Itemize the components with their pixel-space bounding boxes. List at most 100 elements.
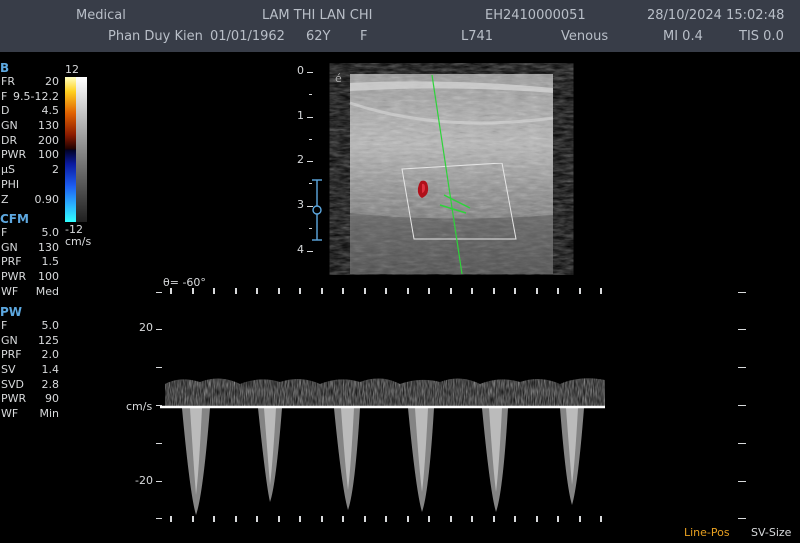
patient-sex: F (360, 29, 368, 44)
time-mark (600, 516, 602, 522)
b-param-row: Z 0.90 (0, 193, 62, 208)
param-key: GN (1, 240, 18, 254)
time-mark (342, 516, 344, 522)
time-mark (406, 516, 409, 522)
param-value: 200 (38, 133, 59, 147)
time-mark (299, 288, 301, 294)
right-scale-tick (738, 443, 746, 444)
param-key: F (1, 226, 8, 239)
param-value: 20 (45, 75, 59, 88)
time-mark (557, 288, 559, 294)
b-param-row: GN 130 (0, 119, 62, 134)
cfm-param-row: F 5.0 (0, 226, 62, 241)
velocity-tick (156, 367, 162, 368)
time-mark (277, 288, 280, 294)
param-key: DR (1, 133, 18, 147)
velocity-unit: cm/s (126, 400, 153, 413)
doppler-spectrum-area[interactable] (0, 280, 800, 520)
b-param-row: PHI (0, 178, 62, 193)
time-mark (191, 288, 194, 294)
time-mark (449, 516, 452, 522)
time-mark (320, 516, 323, 522)
time-mark (277, 516, 280, 522)
param-key: FR (1, 75, 15, 88)
time-mark (578, 288, 581, 294)
exam-preset: Venous (561, 29, 609, 44)
doppler-spectrum-trace (160, 378, 605, 515)
time-mark (234, 288, 237, 294)
mechanical-index: MI 0.4 (663, 29, 703, 44)
param-value: 9.5-12.2 (13, 89, 59, 103)
param-key: PWR (1, 148, 27, 162)
time-mark (213, 288, 215, 294)
sv-size-softkey[interactable]: SV-Size (751, 526, 791, 539)
b-param-row: D 4.5 (0, 104, 62, 119)
param-value: 0.90 (34, 192, 60, 206)
b-param-row: PWR 100 (0, 148, 62, 163)
param-key: µS (1, 163, 15, 177)
time-mark (363, 516, 366, 522)
param-key: Z (1, 192, 9, 206)
param-value: 100 (38, 148, 59, 162)
time-mark (299, 516, 301, 522)
time-mark (342, 288, 344, 294)
param-key: PHI (1, 177, 20, 191)
time-mark (256, 516, 258, 522)
time-mark (385, 516, 387, 522)
colorbar-max-label: 12 (65, 63, 79, 76)
b-param-row: F 9.5-12.2 (0, 90, 62, 105)
velocity-tick (156, 518, 162, 519)
param-value: 130 (38, 240, 59, 254)
info-header: Medical LAM THI LAN CHI EH2410000051 28/… (0, 0, 800, 52)
line-pos-softkey[interactable]: Line-Pos (684, 526, 730, 539)
time-mark (449, 288, 452, 294)
cfm-param-row: GN 130 (0, 241, 62, 256)
cfm-params-title: CFM (0, 212, 29, 226)
time-mark (256, 288, 258, 294)
right-scale-tick (738, 481, 746, 482)
velocity-label-bottom: -20 (135, 474, 153, 487)
time-mark (234, 516, 237, 522)
time-mark (320, 288, 323, 294)
right-scale-tick (738, 292, 746, 293)
param-key: GN (1, 119, 18, 133)
doppler-cursor-line[interactable] (290, 63, 590, 275)
operator-name: Phan Duy Kien (108, 29, 203, 44)
patient-id: EH2410000051 (485, 8, 586, 23)
right-scale-tick (738, 367, 746, 368)
b-param-row: µS 2 (0, 163, 62, 178)
cfm-param-row: PRF 1.5 (0, 255, 62, 270)
time-mark (514, 516, 516, 522)
param-value: 1.5 (41, 255, 60, 269)
patient-name: LAM THI LAN CHI (262, 8, 373, 23)
b-param-row: FR 20 (0, 75, 62, 90)
time-mark (492, 516, 495, 522)
b-mode-view[interactable]: 01234 é (290, 63, 590, 275)
time-mark (406, 288, 409, 294)
institution-name: Medical (76, 8, 126, 23)
velocity-tick (156, 405, 162, 406)
time-mark (363, 288, 366, 294)
patient-age: 62Y (306, 29, 331, 44)
time-mark (191, 516, 194, 522)
time-mark (557, 516, 559, 522)
velocity-tick (156, 481, 162, 482)
time-mark (385, 288, 387, 294)
color-flow-spot (417, 180, 429, 198)
time-mark (535, 516, 538, 522)
velocity-tick (156, 329, 162, 330)
time-mark (170, 516, 172, 522)
param-value: 5.0 (41, 226, 60, 239)
colorbar-unit: cm/s (65, 235, 92, 248)
param-key: PRF (1, 255, 22, 269)
exam-datetime: 28/10/2024 15:02:48 (647, 8, 785, 23)
time-mark (535, 288, 538, 294)
time-mark (514, 288, 516, 294)
time-mark (170, 288, 172, 294)
right-scale-tick (738, 518, 746, 519)
b-mode-params: B FR 20 F 9.5-12.2 D 4.5 GN 130 DR 200 PWR 100 µS 2 PHI… (0, 61, 62, 207)
birth-date: 01/01/1962 (210, 29, 285, 44)
param-value: 130 (38, 119, 59, 133)
color-velocity-bar (65, 77, 87, 222)
time-mark (428, 288, 430, 294)
